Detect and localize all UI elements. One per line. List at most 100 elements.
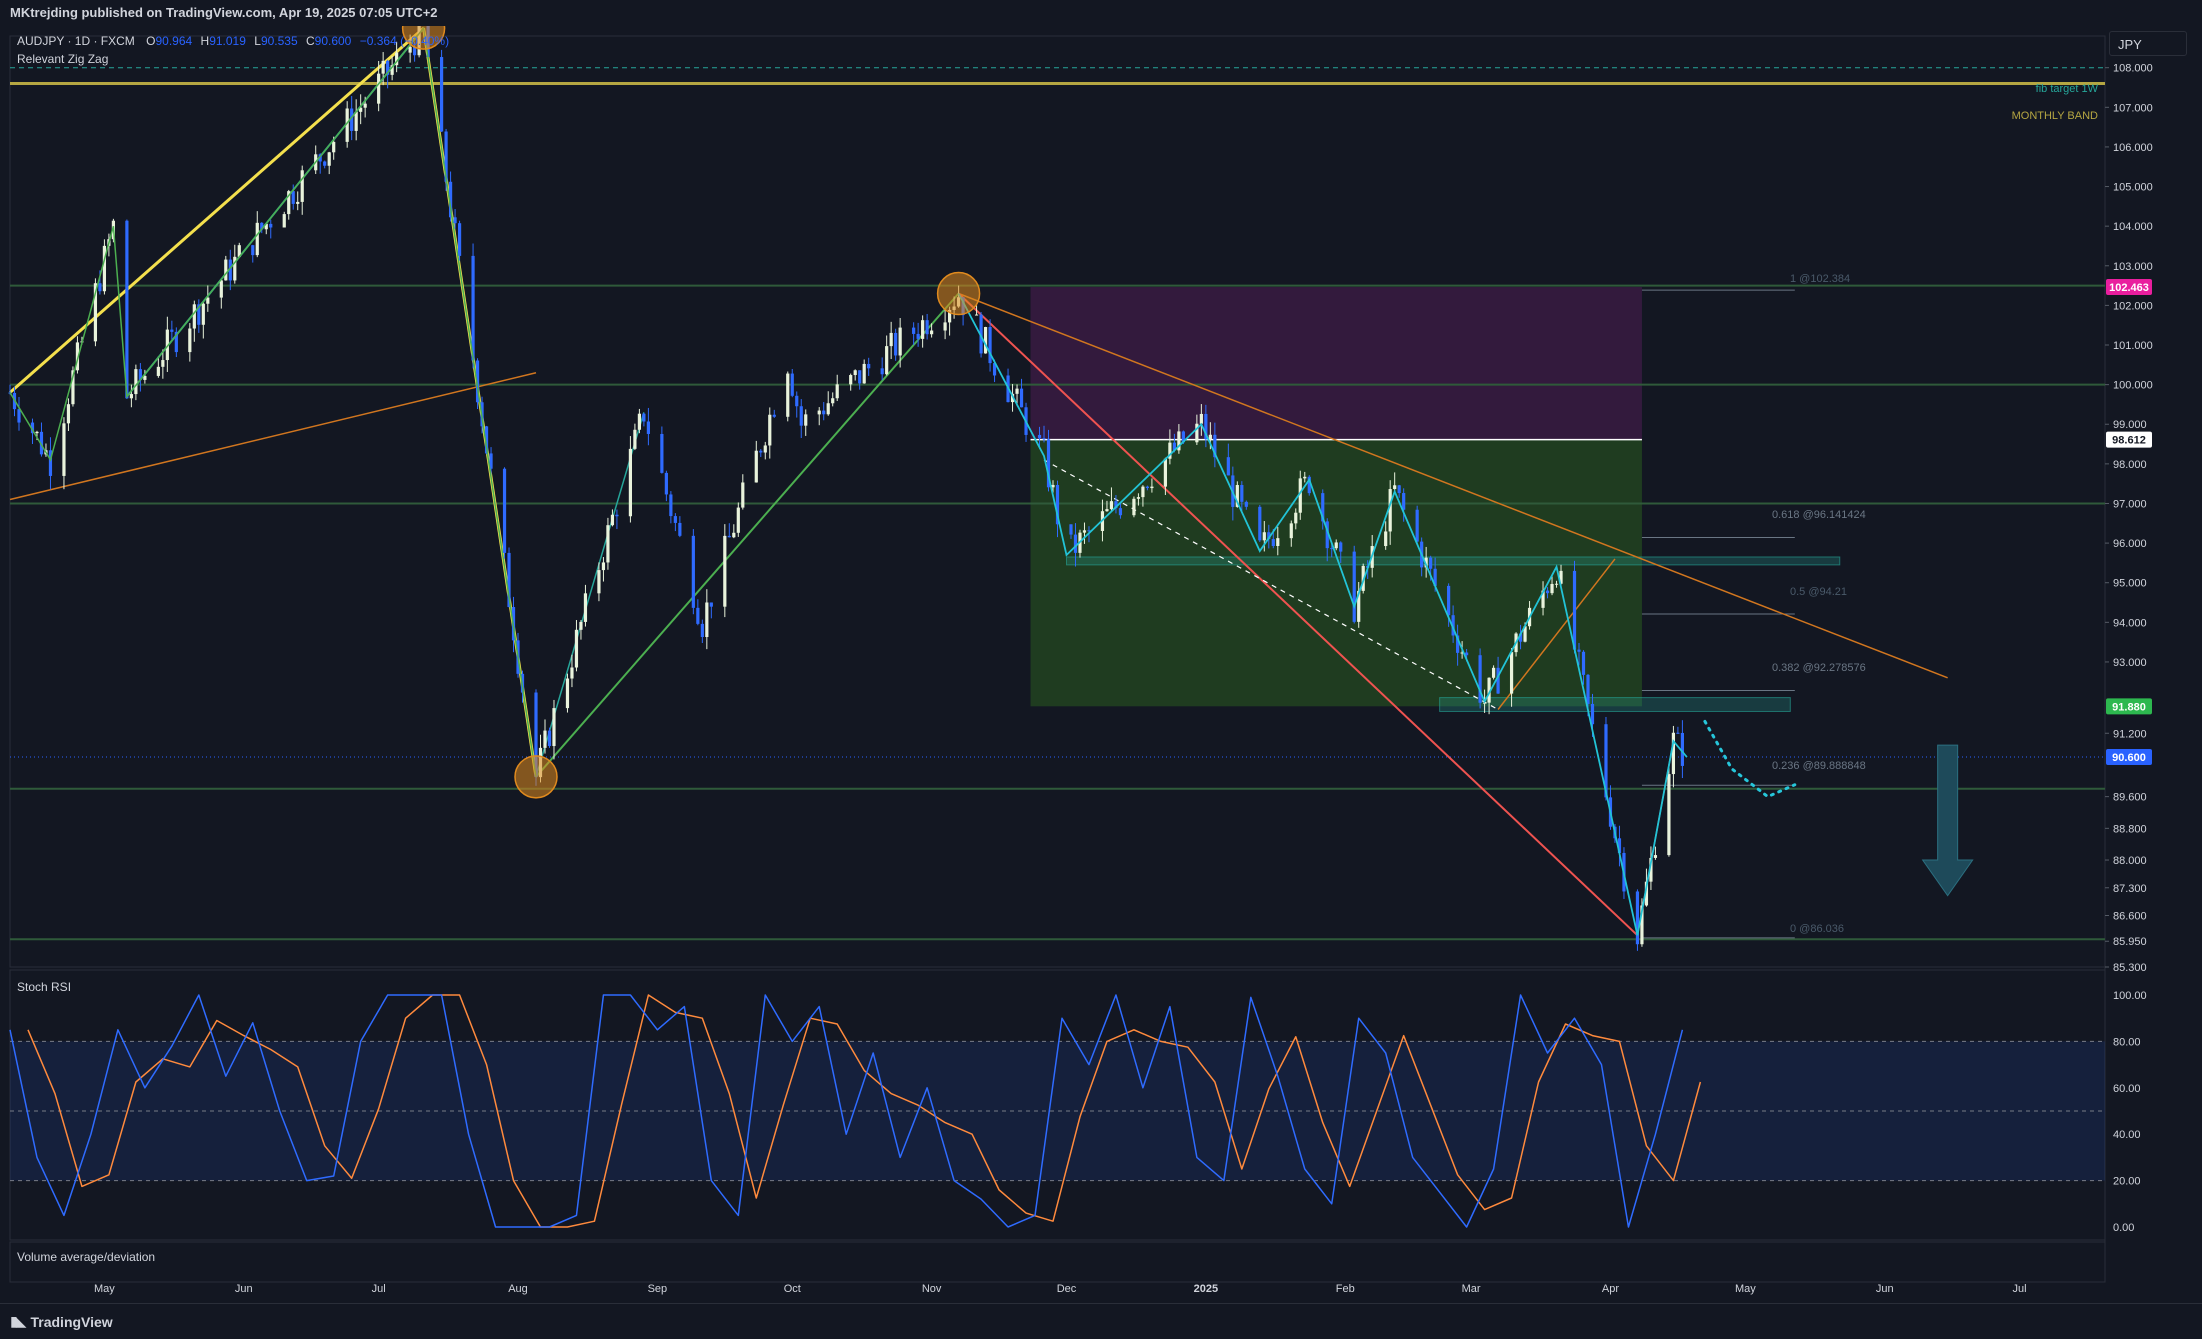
candle-body [763, 445, 767, 453]
candle-body [1667, 774, 1671, 856]
time-tick: 2025 [1194, 1283, 1218, 1295]
candle-body [930, 330, 934, 335]
time-tick: Nov [922, 1283, 942, 1295]
candle-body [1429, 557, 1433, 569]
swing-marker [514, 755, 558, 799]
candle-body [1447, 585, 1451, 616]
candle-body [1244, 501, 1248, 507]
candle-body [1289, 523, 1293, 539]
candle-body [1550, 583, 1554, 594]
candle-body [637, 413, 641, 430]
candle-body [790, 373, 794, 396]
time-tick: May [94, 1283, 115, 1295]
candle-body [1069, 524, 1073, 535]
candle-body [660, 433, 664, 473]
price-tick: 87.300 [2113, 883, 2147, 895]
candle-body [1105, 509, 1109, 512]
candle-body [1132, 498, 1136, 516]
candle-body [921, 320, 925, 339]
indicator-label[interactable]: Relevant Zig Zag [17, 52, 108, 66]
candle-body [1226, 457, 1230, 476]
stoch-tick: 100.00 [2113, 990, 2147, 1002]
candle-body [439, 57, 444, 132]
candle-body [1496, 667, 1500, 694]
time-tick: Aug [508, 1283, 528, 1295]
candle-body [858, 370, 862, 384]
stop-zone [1030, 287, 1642, 440]
candle-body [1271, 539, 1275, 547]
volume-title[interactable]: Volume average/deviation [17, 1250, 155, 1264]
volume-pane[interactable] [9, 1241, 2106, 1283]
currency-button[interactable]: JPY [2109, 31, 2187, 56]
candle-body [709, 602, 713, 607]
stoch-title[interactable]: Stoch RSI [17, 980, 71, 994]
time-tick: May [1735, 1283, 1756, 1295]
candle-body [1334, 542, 1338, 549]
candle-body [849, 375, 853, 385]
time-tick: Sep [648, 1283, 668, 1295]
candle-body [1491, 667, 1496, 678]
candle-body [786, 373, 790, 417]
price-tick: 91.200 [2113, 728, 2147, 740]
price-badge-label: 91.880 [2112, 701, 2146, 713]
candle-body [642, 413, 646, 422]
candle-body [862, 363, 866, 384]
candle-body [1276, 538, 1280, 547]
candle-body [170, 329, 174, 332]
candle-body [291, 191, 295, 204]
candle-body [17, 409, 21, 423]
candle-body [741, 482, 745, 508]
candle-body [1303, 476, 1307, 479]
candle-body [615, 514, 619, 517]
candle-body [601, 562, 606, 571]
candle-body [134, 369, 138, 395]
stoch-tick: 20.00 [2113, 1176, 2141, 1188]
fib-target-label: fib target 1W [2036, 83, 2099, 95]
price-tick: 98.000 [2113, 459, 2147, 471]
candle-body [1141, 486, 1145, 498]
candle-body [894, 332, 898, 356]
price-tick: 94.000 [2113, 617, 2147, 629]
price-tick: 85.300 [2113, 962, 2147, 974]
candle-body [502, 468, 507, 553]
candle-body [628, 448, 633, 517]
candle-body [1037, 434, 1042, 439]
candle-body [898, 327, 902, 356]
price-tick: 88.800 [2113, 823, 2147, 835]
tradingview-logo[interactable]: ▮◣ TradingView [10, 1313, 113, 1330]
candle-body [552, 708, 556, 747]
open-value: 90.964 [155, 34, 192, 48]
price-badge-label: 90.600 [2112, 752, 2146, 764]
time-tick: Jun [1876, 1283, 1894, 1295]
candle-body [606, 525, 610, 563]
candle-body [129, 394, 133, 399]
candle-body [583, 593, 588, 622]
candle-body [269, 223, 273, 228]
candle-body [453, 217, 457, 224]
candle-body [62, 423, 66, 476]
chart-canvas[interactable]: 100.00 80.00 60.00 40.00 20.00 0.00 108.000 10… [0, 0, 2202, 1339]
candle-body [732, 532, 736, 538]
candle-body [759, 450, 763, 453]
candle-body [381, 60, 385, 74]
stoch-tick: 60.00 [2113, 1083, 2141, 1095]
price-tick: 105.000 [2113, 182, 2153, 194]
candle-body [570, 667, 574, 679]
high-label: H [201, 34, 210, 48]
time-tick: Apr [1602, 1283, 1619, 1295]
candle-body [916, 333, 920, 339]
candle-body [300, 170, 304, 202]
time-tick: Feb [1336, 1283, 1355, 1295]
candle-body [296, 201, 300, 204]
candle-body [736, 507, 740, 533]
fib-618-label: 0.618 @96.141424 [1772, 509, 1866, 521]
fib-236-label: 0.236 @89.888848 [1772, 760, 1866, 772]
fib-5-label: 0.5 @94.21 [1790, 586, 1847, 598]
price-tick: 102.000 [2113, 300, 2153, 312]
candle-body [1554, 583, 1559, 585]
candle-body [327, 152, 331, 166]
price-tick: 103.000 [2113, 261, 2153, 273]
candle-body [125, 220, 129, 399]
price-tick: 106.000 [2113, 142, 2153, 154]
price-tick: 107.000 [2113, 102, 2153, 114]
